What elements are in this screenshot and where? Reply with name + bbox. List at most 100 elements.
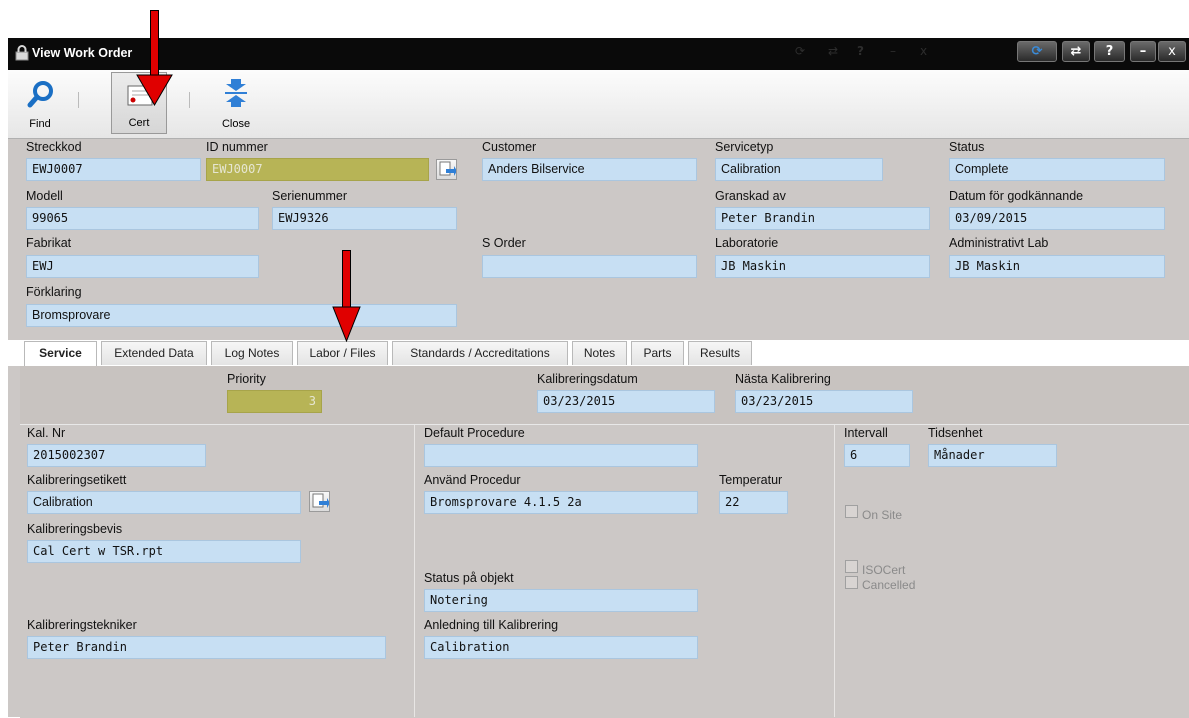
service-detail-panel xyxy=(20,424,1189,718)
modell-label: Modell xyxy=(26,189,63,203)
s-order-label: S Order xyxy=(482,236,526,250)
kalibreringsdatum-field[interactable]: 03/23/2015 xyxy=(537,390,715,413)
cancelled-label: Cancelled xyxy=(862,578,916,592)
intervall-field[interactable]: 6 xyxy=(844,444,910,467)
switch-icon: ⇄ xyxy=(828,44,839,58)
on-site-checkbox[interactable] xyxy=(845,505,858,518)
refresh-icon: ⟳ xyxy=(795,44,806,58)
switch-button[interactable]: ⇄ xyxy=(1062,41,1090,62)
status-field[interactable]: Complete xyxy=(949,158,1165,181)
window-title: View Work Order xyxy=(32,46,133,60)
lock-icon xyxy=(15,45,29,61)
on-site-label: On Site xyxy=(862,508,903,522)
servicetyp-field[interactable]: Calibration xyxy=(715,158,883,181)
serienummer-label: Serienummer xyxy=(272,189,348,203)
granskad-av-field[interactable]: Peter Brandin xyxy=(715,207,930,230)
anledning-field[interactable]: Calibration xyxy=(424,636,698,659)
default-procedure-field[interactable] xyxy=(424,444,698,467)
kalibreringsetikett-field[interactable]: Calibration xyxy=(27,491,301,514)
tidsenhet-field[interactable]: Månader xyxy=(928,444,1057,467)
kal-nr-field[interactable]: 2015002307 xyxy=(27,444,206,467)
kalibreringsbevis-field[interactable]: Cal Cert w TSR.rpt xyxy=(27,540,301,563)
etikett-lookup-button[interactable] xyxy=(309,491,330,512)
id-nummer-label: ID nummer xyxy=(206,140,268,154)
tidsenhet-label: Tidsenhet xyxy=(928,426,983,440)
laboratorie-field[interactable]: JB Maskin xyxy=(715,255,930,278)
priority-label: Priority xyxy=(227,372,266,386)
collapse-arrows-icon xyxy=(225,79,247,107)
forklaring-field[interactable]: Bromsprovare xyxy=(26,304,457,327)
tab-standards-accreditations[interactable]: Standards / Accreditations xyxy=(392,341,568,365)
isocert-label: ISOCert xyxy=(862,563,906,577)
s-order-field[interactable] xyxy=(482,255,697,278)
intervall-label: Intervall xyxy=(844,426,888,440)
help-button[interactable]: ? xyxy=(1094,41,1125,62)
kal-nr-label: Kal. Nr xyxy=(27,426,66,440)
toolbar xyxy=(8,70,1189,139)
priority-field[interactable]: 3 xyxy=(227,390,322,413)
nasta-kalibrering-label: Nästa Kalibrering xyxy=(735,372,831,386)
tab-results[interactable]: Results xyxy=(688,341,752,365)
nasta-kalibrering-field[interactable]: 03/23/2015 xyxy=(735,390,913,413)
anledning-label: Anledning till Kalibrering xyxy=(424,618,559,632)
default-procedure-label: Default Procedure xyxy=(424,426,525,440)
streckkod-field[interactable]: EWJ0007 xyxy=(26,158,201,181)
column-divider xyxy=(834,425,835,717)
tab-parts[interactable]: Parts xyxy=(631,341,684,365)
forklaring-label: Förklaring xyxy=(26,285,82,299)
arrow-head-icon xyxy=(136,74,173,106)
tab-labor-files[interactable]: Labor / Files xyxy=(297,341,388,365)
tab-extended-data[interactable]: Extended Data xyxy=(101,341,207,365)
customer-field[interactable]: Anders Bilservice xyxy=(482,158,697,181)
kalibreringsdatum-label: Kalibreringsdatum xyxy=(537,372,638,386)
status-label: Status xyxy=(949,140,985,154)
close-icon: x xyxy=(920,44,928,58)
arrow-head-icon xyxy=(332,306,361,342)
magnifier-icon xyxy=(27,81,53,108)
servicetyp-label: Servicetyp xyxy=(715,140,774,154)
help-icon: ? xyxy=(857,44,864,58)
kalibreringsbevis-label: Kalibreringsbevis xyxy=(27,522,123,536)
close-tool-button[interactable]: Close xyxy=(208,72,264,134)
find-tool-button[interactable]: Find xyxy=(12,72,68,134)
fabrikat-field[interactable]: EWJ xyxy=(26,255,259,278)
id-nummer-field[interactable]: EWJ0007 xyxy=(206,158,429,181)
customer-label: Customer xyxy=(482,140,537,154)
close-label: Close xyxy=(221,118,251,130)
datum-godkannande-label: Datum för godkännande xyxy=(949,189,1084,203)
document-arrow-icon xyxy=(312,493,330,508)
anvand-procedur-field[interactable]: Bromsprovare 4.1.5 2a xyxy=(424,491,698,514)
administrativt-lab-field[interactable]: JB Maskin xyxy=(949,255,1165,278)
temperatur-label: Temperatur xyxy=(719,473,783,487)
administrativt-lab-label: Administrativt Lab xyxy=(949,236,1049,250)
title-bar xyxy=(8,38,1189,70)
granskad-av-label: Granskad av xyxy=(715,189,786,203)
find-label: Find xyxy=(29,118,51,130)
datum-godkannande-field[interactable]: 03/09/2015 xyxy=(949,207,1165,230)
isocert-checkbox[interactable] xyxy=(845,560,858,573)
streckkod-label: Streckkod xyxy=(26,140,82,154)
refresh-button[interactable]: ⟳ xyxy=(1017,41,1057,62)
cancelled-checkbox[interactable] xyxy=(845,576,858,589)
kalibreringstekniker-label: Kalibreringstekniker xyxy=(27,618,137,632)
tab-log-notes[interactable]: Log Notes xyxy=(211,341,293,365)
temperatur-field[interactable]: 22 xyxy=(719,491,788,514)
kalibreringstekniker-field[interactable]: Peter Brandin xyxy=(27,636,386,659)
column-divider xyxy=(414,425,415,717)
serienummer-field[interactable]: EWJ9326 xyxy=(272,207,457,230)
modell-field[interactable]: 99065 xyxy=(26,207,259,230)
minimize-icon: – xyxy=(890,44,896,58)
status-pa-objekt-field[interactable]: Notering xyxy=(424,589,698,612)
tab-service[interactable]: Service xyxy=(24,341,97,367)
id-lookup-button[interactable] xyxy=(436,159,457,180)
toolbar-separator xyxy=(78,92,79,108)
status-pa-objekt-label: Status på objekt xyxy=(424,571,514,585)
close-button[interactable]: x xyxy=(1158,41,1186,62)
toolbar-separator xyxy=(189,92,190,108)
laboratorie-label: Laboratorie xyxy=(715,236,779,250)
tab-notes[interactable]: Notes xyxy=(572,341,627,365)
kalibreringsetikett-label: Kalibreringsetikett xyxy=(27,473,127,487)
fabrikat-label: Fabrikat xyxy=(26,236,72,250)
anvand-procedur-label: Använd Procedur xyxy=(424,473,521,487)
minimize-button[interactable]: – xyxy=(1130,41,1156,62)
